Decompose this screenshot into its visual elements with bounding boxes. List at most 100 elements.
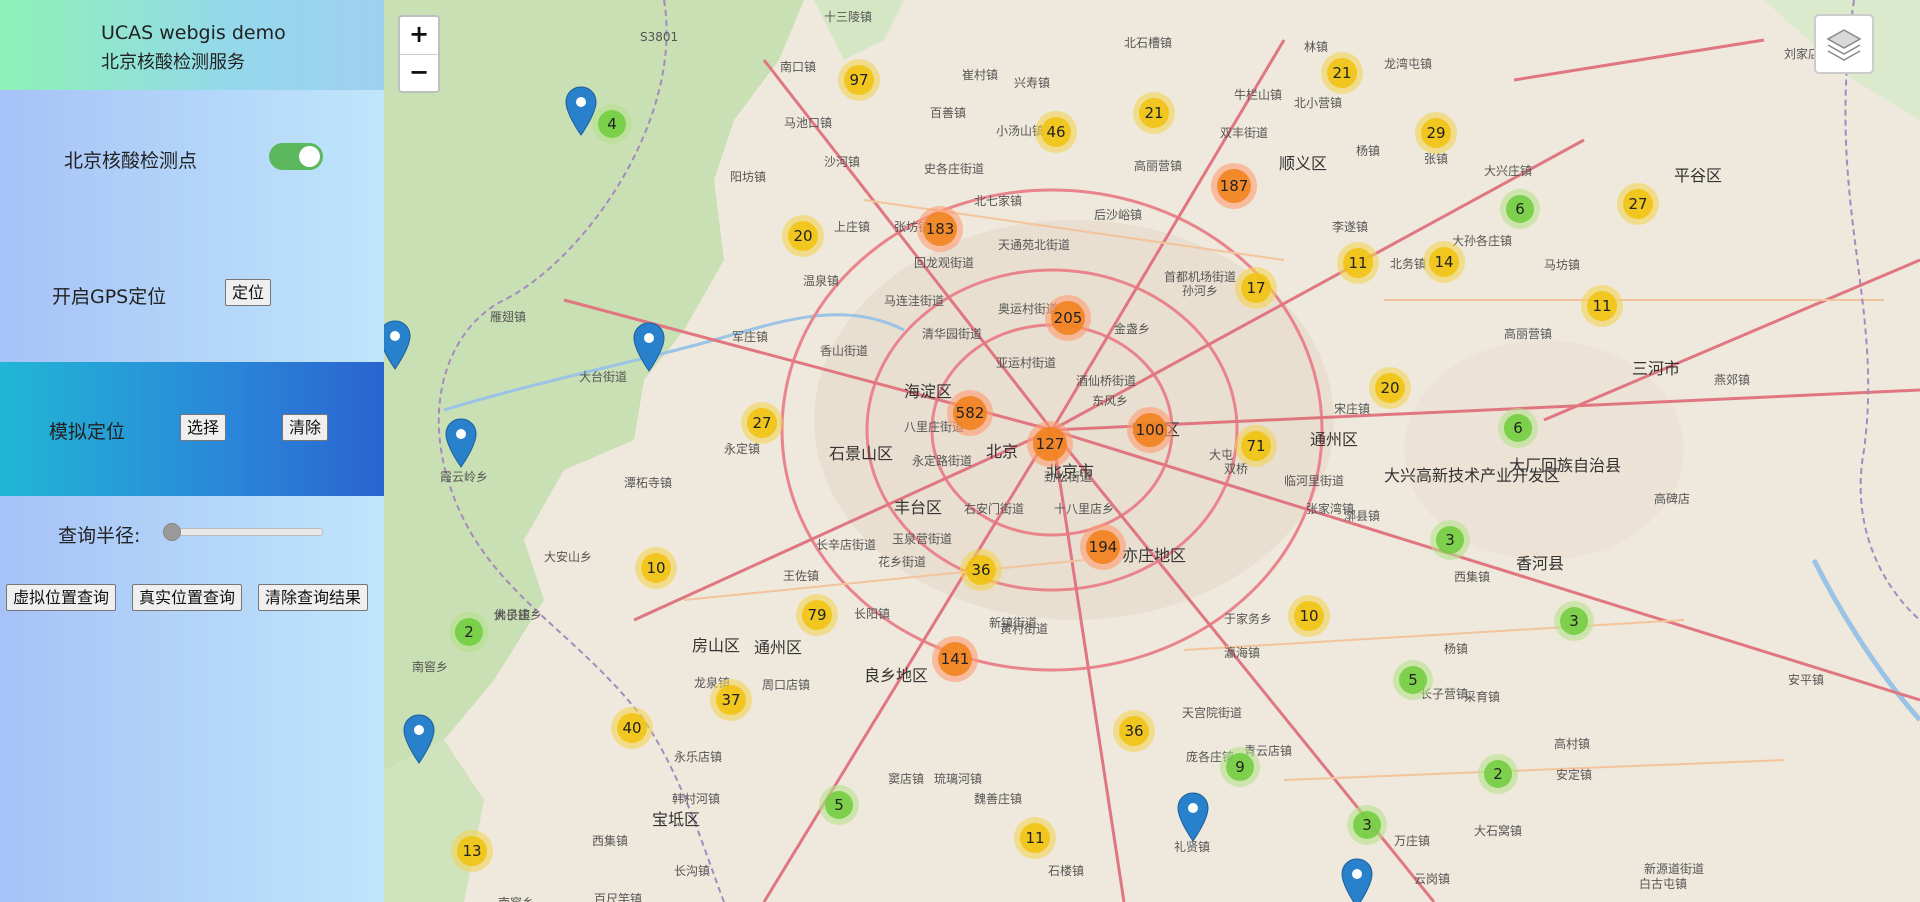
map-place-label: 安定镇	[1556, 768, 1593, 782]
sim-select-button[interactable]: 选择	[180, 414, 227, 441]
gps-locate-button[interactable]: 定位	[225, 279, 272, 306]
location-pin-icon[interactable]	[564, 86, 598, 136]
marker-cluster[interactable]: 36	[1113, 710, 1155, 752]
map-place-label: 大安山乡	[544, 550, 593, 564]
marker-cluster[interactable]: 11	[1337, 242, 1379, 284]
marker-cluster[interactable]: 582	[947, 390, 993, 436]
map-place-label: 西集镇	[1454, 570, 1491, 584]
marker-cluster[interactable]: 4	[592, 104, 632, 144]
location-pin-icon[interactable]	[1340, 858, 1374, 902]
map-place-label: 雁翅镇	[490, 310, 527, 324]
marker-cluster[interactable]: 141	[932, 636, 978, 682]
marker-cluster[interactable]: 6	[1500, 189, 1540, 229]
marker-cluster[interactable]: 20	[782, 215, 824, 257]
marker-cluster[interactable]: 14	[1423, 241, 1465, 283]
map-place-label: 通州区	[754, 638, 803, 657]
marker-cluster[interactable]: 40	[611, 707, 653, 749]
marker-cluster[interactable]: 17	[1235, 267, 1277, 309]
marker-cluster[interactable]: 187	[1211, 163, 1257, 209]
marker-cluster[interactable]: 194	[1080, 524, 1126, 570]
location-pin-icon[interactable]	[632, 322, 666, 372]
map-view[interactable]: 十三陵镇 S3801 北石槽镇 林镇 龙湾屯镇 刘家店镇 南口镇 崔村镇 兴寿镇 牛栏山镇 北小营镇…	[384, 0, 1920, 902]
marker-cluster[interactable]: 13	[451, 830, 493, 872]
map-place-label: 潭柘寺镇	[624, 476, 673, 490]
marker-cluster[interactable]: 3	[1347, 805, 1387, 845]
cluster-count: 71	[1246, 437, 1266, 455]
radius-slider-thumb[interactable]	[163, 523, 181, 541]
zoom-in-button[interactable]: +	[400, 17, 438, 55]
map-place-label: 石楼镇	[1048, 864, 1085, 878]
map-place-label: 丰台区	[894, 498, 943, 517]
map-place-label: 临河里街道	[1284, 474, 1345, 488]
marker-cluster[interactable]: 10	[635, 547, 677, 589]
sim-clear-button[interactable]: 清除	[282, 414, 329, 441]
radius-slider[interactable]	[163, 523, 323, 541]
marker-cluster[interactable]: 27	[1617, 183, 1659, 225]
query-virtual-button[interactable]: 虚拟位置查询	[6, 584, 117, 611]
marker-cluster[interactable]: 29	[1415, 112, 1457, 154]
marker-cluster[interactable]: 100	[1127, 407, 1173, 453]
marker-cluster[interactable]: 27	[741, 402, 783, 444]
marker-cluster[interactable]: 2	[1478, 754, 1518, 794]
marker-cluster[interactable]: 5	[1393, 660, 1433, 700]
query-real-button[interactable]: 真实位置查询	[132, 584, 243, 611]
marker-cluster[interactable]: 71	[1235, 425, 1277, 467]
location-pin-icon[interactable]	[402, 714, 436, 764]
cluster-count: 2	[464, 623, 474, 641]
map-place-label: 安平镇	[1788, 673, 1825, 687]
clear-results-button[interactable]: 清除查询结果	[258, 584, 369, 611]
app-title-box: UCAS webgis demo 北京核酸检测服务	[0, 0, 384, 90]
map-place-label: 马池口镇	[784, 116, 833, 130]
map-place-label: 万庄镇	[1394, 834, 1431, 848]
map-place-label: 右安门街道	[964, 502, 1025, 516]
cluster-count: 11	[1592, 297, 1612, 315]
cluster-count: 97	[849, 71, 869, 89]
marker-cluster[interactable]: 11	[1581, 285, 1623, 327]
marker-cluster[interactable]: 10	[1288, 595, 1330, 637]
map-place-label: 史各庄街道	[924, 162, 985, 176]
cluster-count: 2	[1493, 765, 1503, 783]
marker-cluster[interactable]: 183	[917, 206, 963, 252]
map-place-label: 南窖乡	[498, 894, 534, 902]
marker-cluster[interactable]: 97	[838, 59, 880, 101]
marker-cluster[interactable]: 11	[1014, 817, 1056, 859]
cluster-count: 40	[622, 719, 642, 737]
marker-cluster[interactable]: 46	[1035, 111, 1077, 153]
marker-cluster[interactable]: 127	[1027, 421, 1073, 467]
app-root: UCAS webgis demo 北京核酸检测服务 北京核酸检测点 开启GPS定…	[0, 0, 1920, 902]
map-place-label: 宝坻区	[652, 810, 701, 829]
map-place-label: 永定路街道	[912, 454, 973, 468]
marker-cluster[interactable]: 20	[1369, 367, 1411, 409]
marker-cluster[interactable]: 3	[1430, 520, 1470, 560]
cluster-count: 141	[940, 650, 970, 668]
marker-cluster[interactable]: 3	[1554, 601, 1594, 641]
marker-cluster[interactable]: 37	[710, 679, 752, 721]
marker-cluster[interactable]: 21	[1321, 52, 1363, 94]
map-place-label: 香河县	[1516, 554, 1565, 573]
map-place-label: 王佐镇	[783, 569, 820, 583]
map-place-label: 房山区	[692, 636, 741, 655]
marker-cluster[interactable]: 205	[1045, 295, 1091, 341]
marker-cluster[interactable]: 6	[1498, 408, 1538, 448]
cluster-count: 4	[607, 115, 617, 133]
map-place-label: 大台街道	[579, 370, 628, 384]
map-place-label: 上庄镇	[834, 220, 871, 234]
marker-cluster[interactable]: 79	[796, 594, 838, 636]
marker-cluster[interactable]: 2	[449, 612, 489, 652]
layer-toggle-switch[interactable]	[269, 143, 323, 170]
cluster-count: 10	[646, 559, 666, 577]
location-pin-icon[interactable]	[384, 320, 412, 370]
sim-location-label: 模拟定位	[49, 421, 126, 443]
map-place-label: 大兴高新技术产业开发区	[1384, 466, 1561, 485]
location-pin-icon[interactable]	[444, 418, 478, 468]
marker-cluster[interactable]: 5	[819, 785, 859, 825]
location-pin-icon[interactable]	[1176, 792, 1210, 842]
map-place-label: 双丰街道	[1220, 126, 1269, 140]
marker-cluster[interactable]: 21	[1133, 92, 1175, 134]
cluster-count: 79	[807, 606, 827, 624]
marker-cluster[interactable]: 9	[1220, 747, 1260, 787]
layers-control-button[interactable]	[1814, 14, 1874, 74]
zoom-out-button[interactable]: −	[400, 55, 438, 92]
map-place-label: 三河市	[1632, 359, 1681, 378]
marker-cluster[interactable]: 36	[960, 549, 1002, 591]
